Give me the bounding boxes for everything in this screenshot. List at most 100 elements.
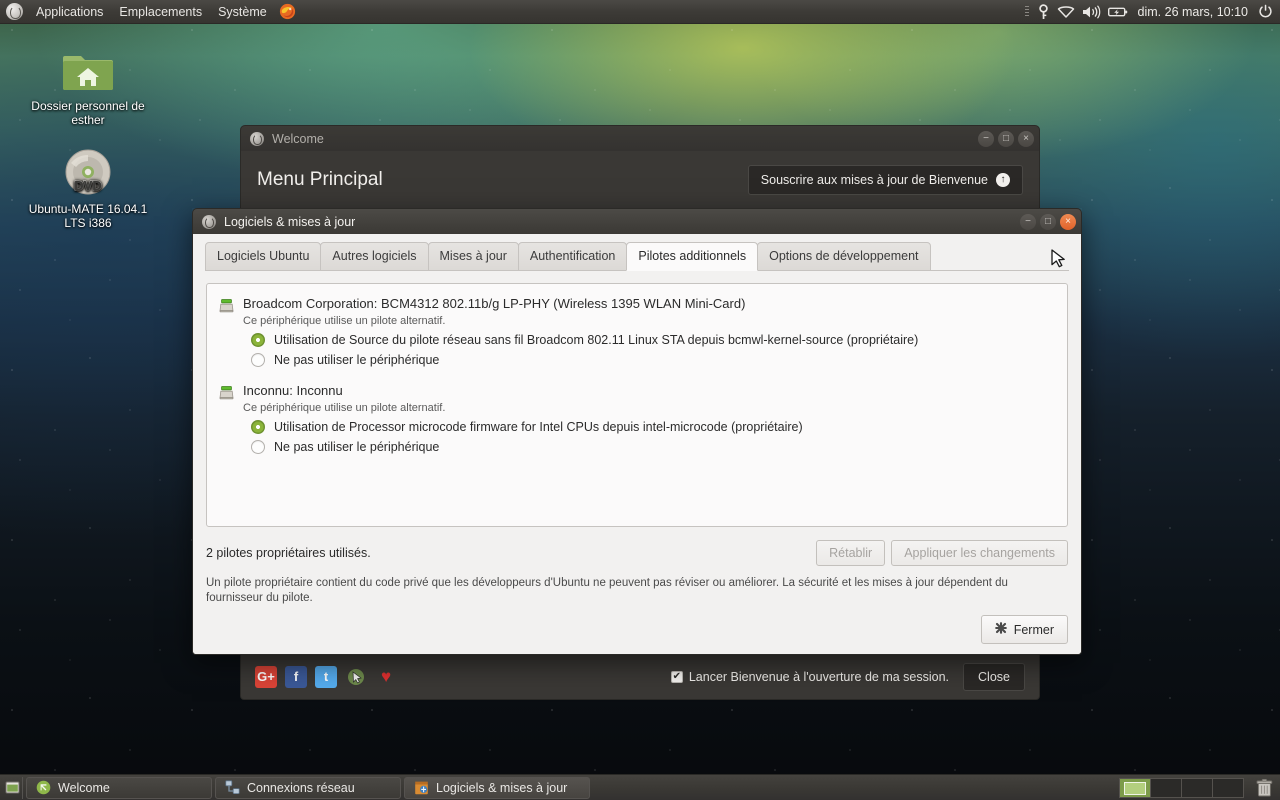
revert-button[interactable]: Rétablir <box>816 540 886 566</box>
twitter-icon[interactable]: t <box>315 665 337 688</box>
desktop-icon-dvd-label: Ubuntu-MATE 16.04.1 LTS i386 <box>28 202 148 230</box>
welcome-minimize-button[interactable]: − <box>978 130 994 147</box>
driver-device-name: Inconnu: Inconnu <box>243 383 343 398</box>
autostart-label: Lancer Bienvenue à l'ouverture de ma ses… <box>688 669 950 684</box>
show-desktop-icon[interactable] <box>3 776 23 799</box>
driver-device-name: Broadcom Corporation: BCM4312 802.11b/g … <box>243 296 746 311</box>
menu-emplacements[interactable]: Emplacements <box>111 0 210 24</box>
svg-text:DVD: DVD <box>74 178 101 193</box>
drivers-status-row: 2 pilotes propriétaires utilisés. Rétabl… <box>206 540 1068 566</box>
subscribe-updates-button[interactable]: Souscrire aux mises à jour de Bienvenue … <box>747 164 1023 195</box>
top-panel: Applications Emplacements Système dim. 2… <box>0 0 1280 24</box>
welcome-close-action-button[interactable]: Close <box>963 662 1025 691</box>
drivers-action-buttons: Rétablir Appliquer les changements <box>816 540 1068 566</box>
desktop-icon-home[interactable]: Dossier personnel de esther <box>26 42 150 127</box>
driver-group: Broadcom Corporation: BCM4312 802.11b/g … <box>219 296 1055 367</box>
software-updates-window[interactable]: Logiciels & mises à jour − □ × Logiciels… <box>192 208 1082 655</box>
autostart-checkbox[interactable]: ✔ <box>670 670 683 683</box>
software-window-controls: − □ × <box>1020 213 1076 230</box>
workspace-button[interactable] <box>1150 777 1182 798</box>
panel-clock[interactable]: dim. 26 mars, 10:10 <box>1135 5 1251 19</box>
fermer-button-label: Fermer <box>1013 622 1054 637</box>
volume-icon[interactable] <box>1082 0 1101 24</box>
radio-button-selected[interactable] <box>251 420 265 434</box>
driver-option-label: Utilisation de Source du pilote réseau s… <box>274 333 919 347</box>
network-connections-icon <box>225 780 240 795</box>
tab-pilotes-additionnels[interactable]: Pilotes additionnels <box>626 242 759 271</box>
key-icon[interactable] <box>1037 0 1050 24</box>
software-close-button[interactable]: × <box>1060 213 1076 230</box>
taskbar-button-label: Welcome <box>58 780 110 795</box>
software-window-title: Logiciels & mises à jour <box>224 214 356 229</box>
driver-option-row[interactable]: Utilisation de Source du pilote réseau s… <box>251 333 1055 347</box>
subscribe-updates-label: Souscrire aux mises à jour de Bienvenue <box>760 172 988 187</box>
radio-button-selected[interactable] <box>251 333 265 347</box>
hardware-chip-icon <box>219 298 234 313</box>
panel-status-area: dim. 26 mars, 10:10 <box>1024 0 1280 24</box>
tab-autres-logiciels[interactable]: Autres logiciels <box>320 242 429 271</box>
taskbar-button[interactable]: Logiciels & mises à jour <box>404 776 590 799</box>
desktop-icon-dvd[interactable]: DVD Ubuntu-MATE 16.04.1 LTS i386 <box>26 145 150 230</box>
driver-option-row[interactable]: Ne pas utiliser le périphérique <box>251 353 1055 367</box>
workspace-button[interactable] <box>1119 777 1151 798</box>
workspace-button[interactable] <box>1212 777 1244 798</box>
proprietary-driver-notice: Un pilote propriétaire contient du code … <box>206 577 1008 604</box>
menu-applications[interactable]: Applications <box>28 0 111 24</box>
software-tabbar: Logiciels Ubuntu Autres logiciels Mises … <box>193 234 1081 271</box>
tab-options-developpement[interactable]: Options de développement <box>757 242 931 271</box>
firefox-icon[interactable] <box>279 0 296 24</box>
close-x-icon <box>994 622 1007 637</box>
welcome-header: Menu Principal Souscrire aux mises à jou… <box>241 151 1039 209</box>
taskbar-button[interactable]: Welcome <box>26 776 212 799</box>
radio-button[interactable] <box>251 353 265 367</box>
driver-option-label: Utilisation de Processor microcode firmw… <box>274 420 803 434</box>
radio-button[interactable] <box>251 440 265 454</box>
workspace-button[interactable] <box>1181 777 1213 798</box>
driver-group-header: Inconnu: Inconnu <box>219 383 1055 400</box>
driver-option-row[interactable]: Utilisation de Processor microcode firmw… <box>251 420 1055 434</box>
menu-systeme[interactable]: Système <box>210 0 275 24</box>
software-footer: Fermer <box>193 607 1081 654</box>
software-app-icon <box>202 214 216 229</box>
tab-authentification[interactable]: Authentification <box>517 242 628 271</box>
battery-icon[interactable] <box>1107 0 1128 24</box>
bottom-panel: Welcome Connexions réseau Logiciels & mise… <box>0 774 1280 800</box>
software-titlebar[interactable]: Logiciels & mises à jour − □ × <box>192 208 1082 234</box>
additional-drivers-panel: Broadcom Corporation: BCM4312 802.11b/g … <box>193 271 1081 607</box>
taskbar-button-label: Logiciels & mises à jour <box>436 780 568 795</box>
software-minimize-button[interactable]: − <box>1020 213 1036 230</box>
driver-group-header: Broadcom Corporation: BCM4312 802.11b/g … <box>219 296 1055 313</box>
tab-mises-a-jour[interactable]: Mises à jour <box>427 242 519 271</box>
taskbar-button[interactable]: Connexions réseau <box>215 776 401 799</box>
network-wifi-icon[interactable] <box>1057 0 1075 24</box>
taskbar-button-label: Connexions réseau <box>247 780 355 795</box>
software-updates-icon <box>414 780 429 795</box>
software-window-body: Logiciels Ubuntu Autres logiciels Mises … <box>192 234 1082 655</box>
drivers-list: Broadcom Corporation: BCM4312 802.11b/g … <box>206 283 1068 527</box>
trash-icon[interactable] <box>1251 777 1277 799</box>
software-maximize-button[interactable]: □ <box>1040 213 1056 230</box>
welcome-close-button[interactable]: × <box>1018 130 1034 147</box>
home-folder-icon <box>26 42 150 94</box>
welcome-maximize-button[interactable]: □ <box>998 130 1014 147</box>
driver-option-label: Ne pas utiliser le périphérique <box>274 353 440 367</box>
welcome-heading: Menu Principal <box>257 168 383 190</box>
driver-device-subtitle: Ce périphérique utilise un pilote altern… <box>243 315 446 327</box>
tab-logiciels-ubuntu[interactable]: Logiciels Ubuntu <box>205 242 322 271</box>
autostart-checkbox-row[interactable]: ✔ Lancer Bienvenue à l'ouverture de ma s… <box>670 669 950 684</box>
facebook-icon[interactable]: f <box>285 665 307 688</box>
welcome-footer: G+ f t ♥ ✔ Lancer Bienvenue à l'ouvertur… <box>241 653 1039 699</box>
welcome-titlebar[interactable]: Welcome − □ × <box>240 125 1040 151</box>
drivers-status-text: 2 pilotes propriétaires utilisés. <box>206 546 371 560</box>
arrow-up-circle-icon: ↑ <box>996 172 1010 187</box>
welcome-icon <box>36 780 51 795</box>
driver-option-row[interactable]: Ne pas utiliser le périphérique <box>251 440 1055 454</box>
workspace-switcher[interactable] <box>1119 777 1244 799</box>
heart-icon[interactable]: ♥ <box>375 666 397 688</box>
google-plus-icon[interactable]: G+ <box>255 665 277 688</box>
mate-logo-icon[interactable] <box>6 3 23 20</box>
fermer-button[interactable]: Fermer <box>980 615 1068 644</box>
apply-changes-button[interactable]: Appliquer les changements <box>891 540 1068 566</box>
mate-pointer-icon[interactable] <box>345 666 367 688</box>
power-icon[interactable] <box>1258 0 1273 24</box>
